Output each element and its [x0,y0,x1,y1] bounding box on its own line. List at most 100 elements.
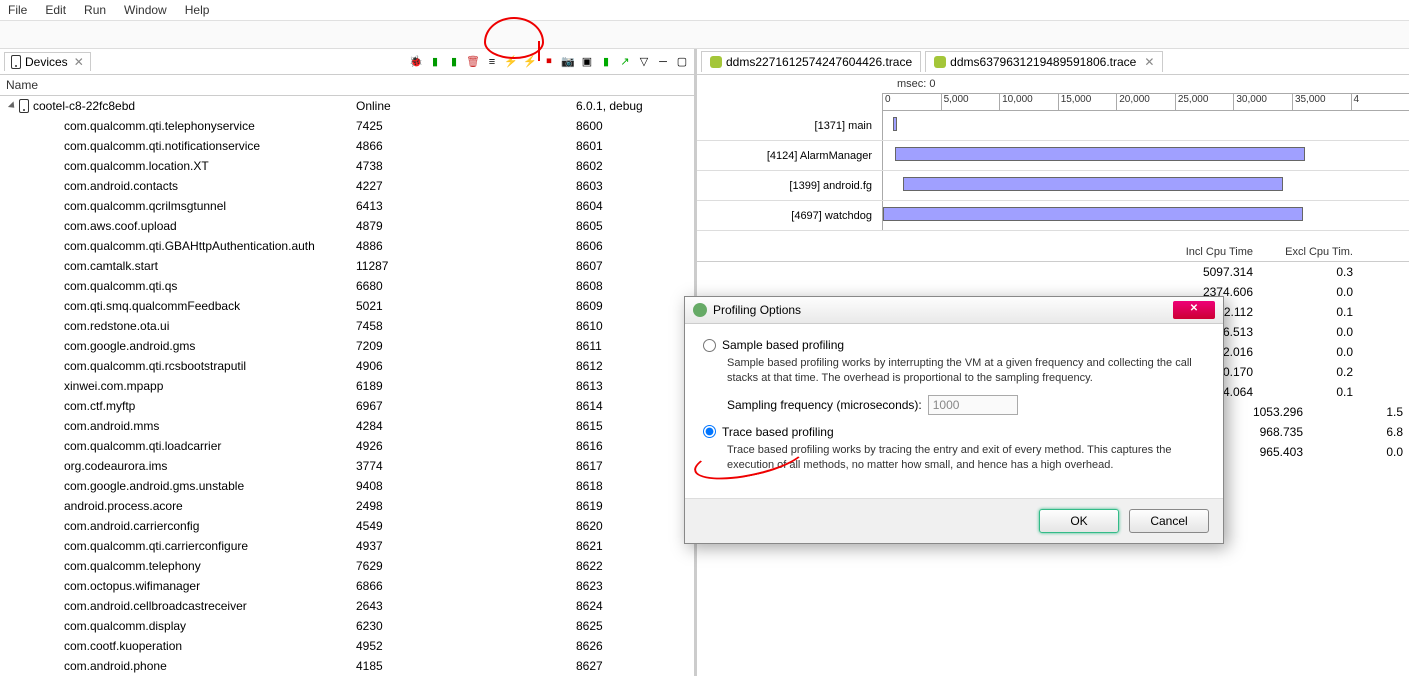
camera-icon[interactable]: 📷 [560,54,576,70]
process-port: 8615 [576,419,688,433]
devices-header: Name [0,75,694,96]
process-row[interactable]: com.camtalk.start 11287 8607 [0,256,694,276]
devices-tab-x[interactable]: ✕ [74,55,84,69]
layout-icon[interactable]: ↗ [617,54,633,70]
process-pid: 4284 [356,419,476,433]
thread-row[interactable]: [1371] main [697,111,1409,141]
trace-bar [893,117,897,131]
process-row[interactable]: com.android.cellbroadcastreceiver 2643 8… [0,596,694,616]
process-row[interactable]: com.cootf.kuoperation 4952 8626 [0,636,694,656]
devices-tab[interactable]: Devices ✕ [4,52,91,71]
process-row[interactable]: com.android.carrierconfig 4549 8620 [0,516,694,536]
process-pid: 6967 [356,399,476,413]
process-row[interactable]: com.ctf.myftp 6967 8614 [0,396,694,416]
process-row[interactable]: com.android.contacts 4227 8603 [0,176,694,196]
process-row[interactable]: com.qualcomm.qti.GBAHttpAuthentication.a… [0,236,694,256]
sample-profiling-radio[interactable] [703,339,716,352]
freq-input[interactable] [928,395,1018,415]
process-row[interactable]: xinwei.com.mpapp 6189 8613 [0,376,694,396]
device-root-row[interactable]: cootel-c8-22fc8ebd Online6.0.1, debug [0,96,694,116]
process-row[interactable]: com.qualcomm.qcrilmsgtunnel 6413 8604 [0,196,694,216]
process-row[interactable]: com.google.android.gms 7209 8611 [0,336,694,356]
android-icon [934,56,946,68]
process-name: org.codeaurora.ims [6,459,356,473]
start-profiling-icon[interactable]: ⚡ [503,54,519,70]
process-pid: 6189 [356,379,476,393]
debug-icon[interactable]: 🐞 [408,54,424,70]
menu-file[interactable]: File [8,3,27,17]
stop-icon[interactable]: ⏹ [541,54,557,70]
thread-track[interactable] [882,141,1409,170]
process-row[interactable]: com.octopus.wifimanager 6866 8623 [0,576,694,596]
process-row[interactable]: com.qualcomm.qti.rcsbootstraputil 4906 8… [0,356,694,376]
process-row[interactable]: com.android.phone 4185 8627 [0,656,694,676]
sample-profiling-desc: Sample based profiling works by interrup… [727,356,1205,387]
thread-track[interactable] [882,111,1409,140]
process-row[interactable]: com.qualcomm.qti.carrierconfigure 4937 8… [0,536,694,556]
trace-profiling-radio[interactable] [703,425,716,438]
process-row[interactable]: com.qualcomm.qti.loadcarrier 4926 8616 [0,436,694,456]
trace-tab-2[interactable]: ddms6379631219489591806.trace ✕ [925,51,1163,72]
process-row[interactable]: com.android.mms 4284 8615 [0,416,694,436]
menu-window[interactable]: Window [124,3,167,17]
device-icon [11,55,21,69]
thread-track[interactable] [882,201,1409,230]
gc-icon[interactable]: 🗑 [465,54,481,70]
process-row[interactable]: com.qualcomm.qti.qs 6680 8608 [0,276,694,296]
process-port: 8602 [576,159,688,173]
maximize-icon[interactable]: ▢ [674,54,690,70]
threads-icon[interactable]: ≡ [484,54,500,70]
process-pid: 6230 [356,619,476,633]
method-profile-icon[interactable]: ⚡ [522,54,538,70]
heap-dump-icon[interactable]: ▮ [446,54,462,70]
minimize-icon[interactable]: ─ [655,54,671,70]
thread-row[interactable]: [1399] android.fg [697,171,1409,201]
thread-track[interactable] [882,171,1409,200]
thread-label: [4124] AlarmManager [697,150,882,162]
cancel-button[interactable]: Cancel [1129,509,1209,533]
dialog-titlebar[interactable]: Profiling Options ✕ [685,297,1223,324]
view-menu-icon[interactable]: ▽ [636,54,652,70]
process-pid: 2643 [356,599,476,613]
process-row[interactable]: android.process.acore 2498 8619 [0,496,694,516]
process-row[interactable]: com.qualcomm.qti.notificationservice 486… [0,136,694,156]
process-row[interactable]: com.qti.smq.qualcommFeedback 5021 8609 [0,296,694,316]
process-pid: 4879 [356,219,476,233]
process-pid: 3774 [356,459,476,473]
close-icon[interactable]: ✕ [1144,55,1154,69]
dialog-close-button[interactable]: ✕ [1173,301,1215,319]
process-row[interactable]: com.aws.coof.upload 4879 8605 [0,216,694,236]
menu-run[interactable]: Run [84,3,106,17]
trace-tab-1[interactable]: ddms2271612574247604426.trace [701,51,921,72]
devices-tree[interactable]: cootel-c8-22fc8ebd Online6.0.1, debug co… [0,96,694,676]
process-row[interactable]: com.qualcomm.location.XT 4738 8602 [0,156,694,176]
process-name: com.redstone.ota.ui [6,319,356,333]
process-name: com.qualcomm.qti.notificationservice [6,139,356,153]
hierarchy-icon[interactable]: ▣ [579,54,595,70]
menu-help[interactable]: Help [185,3,210,17]
process-row[interactable]: com.qualcomm.telephony 7629 8622 [0,556,694,576]
ok-button[interactable]: OK [1039,509,1119,533]
process-row[interactable]: com.qualcomm.qti.telephonyservice 7425 8… [0,116,694,136]
heap-icon[interactable]: ▮ [427,54,443,70]
process-name: com.qualcomm.display [6,619,356,633]
process-row[interactable]: org.codeaurora.ims 3774 8617 [0,456,694,476]
tick: 30,000 [1233,94,1292,110]
process-row[interactable]: com.google.android.gms.unstable 9408 861… [0,476,694,496]
menu-edit[interactable]: Edit [45,3,66,17]
process-port: 8611 [576,339,688,353]
process-row[interactable]: com.qualcomm.display 6230 8625 [0,616,694,636]
process-name: com.qualcomm.qti.carrierconfigure [6,539,356,553]
msec-label: msec: 0 [697,75,1409,93]
profiling-options-dialog: Profiling Options ✕ Sample based profili… [684,296,1224,544]
devices-tabbar: Devices ✕ 🐞 ▮ ▮ 🗑 ≡ ⚡ ⚡ ⏹ 📷 ▣ ▮ ↗ ▽ ─ ▢ [0,49,694,75]
process-pid: 4549 [356,519,476,533]
process-pid: 9408 [356,479,476,493]
process-port: 8607 [576,259,688,273]
process-row[interactable]: com.redstone.ota.ui 7458 8610 [0,316,694,336]
systrace-icon[interactable]: ▮ [598,54,614,70]
thread-row[interactable]: [4697] watchdog [697,201,1409,231]
thread-row[interactable]: [4124] AlarmManager [697,141,1409,171]
profile-row[interactable]: 5097.314 0.3 [697,262,1409,282]
process-name: com.camtalk.start [6,259,356,273]
